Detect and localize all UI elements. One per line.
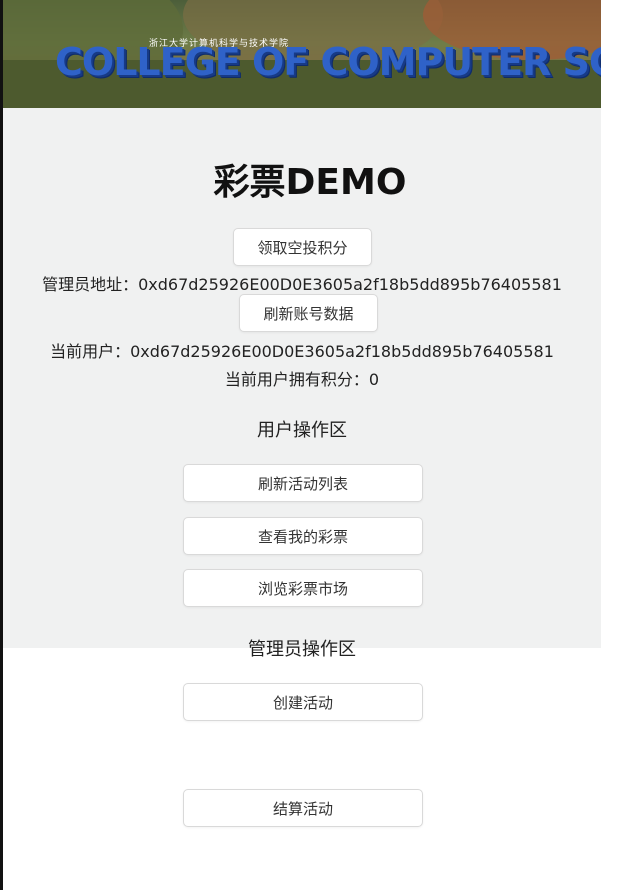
banner-title: COLLEGE OF COMPUTER SCIENCE	[55, 40, 601, 84]
lottery-market-button[interactable]: 浏览彩票市场	[183, 569, 423, 607]
admin-address: 管理员地址：0xd67d25926E00D0E3605a2f18b5dd895b…	[42, 275, 562, 294]
user-ops-heading: 用户操作区	[257, 420, 347, 441]
settle-activity-button[interactable]: 结算活动	[183, 789, 423, 827]
page-title: 彩票DEMO	[213, 162, 407, 203]
claim-airdrop-button[interactable]: 领取空投积分	[233, 228, 372, 266]
my-lottery-button[interactable]: 查看我的彩票	[183, 517, 423, 555]
refresh-activities-button[interactable]: 刷新活动列表	[183, 464, 423, 502]
admin-ops-heading: 管理员操作区	[248, 639, 356, 660]
user-points: 当前用户拥有积分：0	[224, 370, 380, 389]
refresh-account-button[interactable]: 刷新账号数据	[239, 294, 378, 332]
create-activity-button[interactable]: 创建活动	[183, 683, 423, 721]
college-banner-image: 浙江大学计算机科学与技术学院 COLLEGE OF COMPUTER SCIEN…	[3, 0, 601, 108]
current-user: 当前用户：0xd67d25926E00D0E3605a2f18b5dd895b7…	[50, 342, 554, 361]
